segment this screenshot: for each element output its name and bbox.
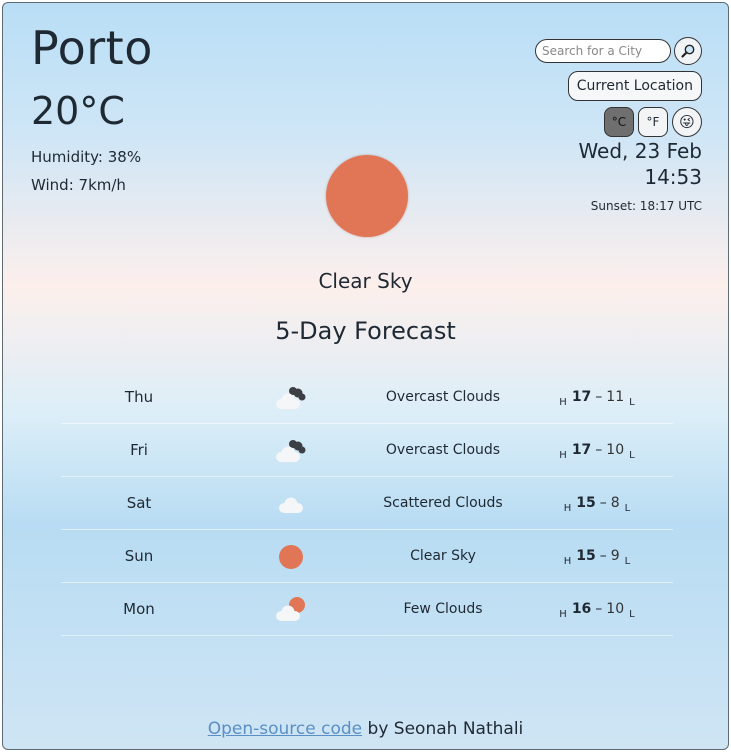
footer: Open-source code by Seonah Nathali (3, 719, 728, 739)
weather-description: Clear Sky (318, 269, 413, 293)
high-label: H (559, 609, 567, 620)
forecast-row: Sun Clear Sky H 15 – 9 L (61, 530, 673, 583)
forecast-low: 10 (606, 442, 625, 458)
forecast-range: H 16 – 10 L (521, 601, 673, 620)
range-separator: – (599, 495, 607, 511)
range-separator: – (595, 601, 603, 617)
sun-icon (279, 545, 303, 569)
forecast-day: Sat (126, 494, 152, 512)
few-clouds-icon (276, 597, 305, 621)
forecast-range: H 15 – 8 L (521, 495, 673, 514)
search-form (535, 37, 702, 65)
search-button[interactable] (674, 37, 702, 65)
emoji-button[interactable]: 😜 (672, 107, 702, 137)
clear-sky-icon (326, 155, 408, 237)
forecast-low: 8 (610, 495, 620, 511)
forecast-row: Thu Overcast Clouds H 17 – 11 L (61, 371, 673, 424)
forecast-low: 11 (606, 389, 625, 405)
current-temperature: 20°C (31, 89, 125, 133)
low-label: L (624, 556, 631, 567)
forecast-description: Overcast Clouds (385, 442, 501, 458)
forecast-high: 17 (571, 442, 592, 458)
range-separator: – (599, 548, 607, 564)
forecast-description: Few Clouds (403, 601, 483, 617)
forecast-high: 16 (571, 601, 592, 617)
forecast-range: H 17 – 10 L (521, 442, 673, 461)
forecast-day: Fri (130, 441, 148, 459)
forecast-row: Sat Scattered Clouds H 15 – 8 L (61, 477, 673, 530)
overcast-clouds-icon (276, 387, 306, 409)
city-name: Porto (31, 21, 153, 75)
low-label: L (629, 397, 635, 408)
winking-face-icon: 😜 (679, 113, 695, 131)
forecast-description: Overcast Clouds (385, 389, 501, 405)
source-code-link[interactable]: Open-source code (208, 719, 362, 739)
forecast-description: Clear Sky (410, 548, 476, 564)
forecast-list: Thu Overcast Clouds H 17 – 11 L Fri Over… (61, 371, 673, 636)
forecast-low: 10 (606, 601, 625, 617)
humidity: Humidity: 38% (31, 148, 142, 166)
fahrenheit-button[interactable]: °F (638, 107, 668, 137)
range-separator: – (595, 389, 603, 405)
high-label: H (559, 450, 567, 461)
scattered-clouds-icon (279, 497, 303, 513)
high-label: H (559, 397, 567, 408)
weather-app: Porto 20°C Humidity: 38% Wind: 7km/h Cur… (2, 2, 729, 750)
forecast-high: 15 (576, 548, 596, 564)
unit-toggle: °C °F 😜 (604, 107, 702, 137)
forecast-high: 17 (571, 389, 592, 405)
celsius-button[interactable]: °C (604, 107, 634, 137)
forecast-row: Mon Few Clouds H 16 – 10 L (61, 583, 673, 636)
current-location-button[interactable]: Current Location (567, 71, 702, 101)
forecast-day: Sun (124, 547, 154, 565)
forecast-high: 15 (576, 495, 596, 511)
current-time: 14:53 (644, 165, 702, 189)
low-label: L (629, 609, 635, 620)
forecast-range: H 15 – 9 L (521, 548, 673, 567)
high-label: H (563, 503, 572, 514)
current-date: Wed, 23 Feb (578, 139, 702, 163)
forecast-row: Fri Overcast Clouds H 17 – 10 L (61, 424, 673, 477)
search-input[interactable] (535, 39, 671, 63)
overcast-clouds-icon (276, 440, 306, 462)
forecast-day: Mon (123, 600, 155, 618)
footer-author: by Seonah Nathali (362, 719, 524, 739)
low-label: L (629, 450, 635, 461)
magnifier-icon (681, 44, 695, 58)
high-label: H (563, 556, 572, 567)
forecast-day: Thu (124, 388, 154, 406)
forecast-low: 9 (610, 548, 620, 564)
forecast-description: Scattered Clouds (383, 495, 503, 511)
forecast-title: 5-Day Forecast (275, 317, 456, 345)
sunset-time: Sunset: 18:17 UTC (590, 199, 702, 213)
range-separator: – (595, 442, 603, 458)
low-label: L (624, 503, 631, 514)
wind: Wind: 7km/h (31, 176, 126, 194)
forecast-range: H 17 – 11 L (521, 389, 673, 408)
